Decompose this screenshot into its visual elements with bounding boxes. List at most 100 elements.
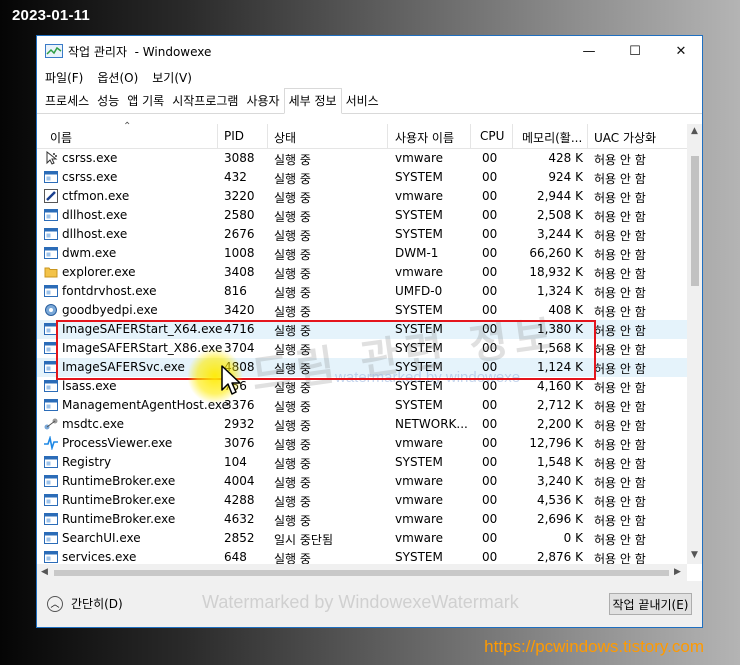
- table-row[interactable]: SearchUI.exe 2852 일시 중단됨 vmware 00 0 K 허용 안 함: [37, 529, 687, 548]
- tab-details[interactable]: 세부 정보: [283, 88, 342, 114]
- process-uac: 허용 안 함: [594, 552, 646, 564]
- table-row[interactable]: RuntimeBroker.exe 4004 실행 중 vmware 00 3,240 K…: [37, 472, 687, 491]
- process-uac: 허용 안 함: [594, 324, 646, 338]
- process-pid: 3220: [224, 189, 255, 203]
- table-row[interactable]: dllhost.exe 2676 실행 중 SYSTEM 00 3,244 K 허용 안 함: [37, 225, 687, 244]
- process-name: services.exe: [62, 550, 137, 564]
- app-process-icon: [44, 398, 58, 412]
- table-row[interactable]: dllhost.exe 2580 실행 중 SYSTEM 00 2,508 K 허용 안 함: [37, 206, 687, 225]
- process-user: vmware: [395, 436, 444, 450]
- process-pid: 2932: [224, 417, 255, 431]
- process-name: goodbyedpi.exe: [62, 303, 158, 317]
- menu-view[interactable]: 보기(V): [152, 69, 192, 86]
- column-divider[interactable]: [512, 124, 513, 148]
- process-name: csrss.exe: [62, 151, 118, 165]
- process-cpu: 00: [482, 284, 498, 298]
- minimize-icon: —: [582, 43, 596, 59]
- process-user: SYSTEM: [395, 208, 443, 222]
- window-title: 작업 관리자 - Windowexe: [68, 45, 212, 59]
- app-process-icon: [44, 550, 58, 564]
- column-divider[interactable]: [470, 124, 471, 148]
- horizontal-scrollbar[interactable]: ◀ ▶: [37, 564, 687, 581]
- process-uac: 허용 안 함: [594, 305, 646, 319]
- process-memory: 1,548 K: [536, 455, 583, 469]
- scroll-right-icon[interactable]: ▶: [674, 567, 681, 577]
- table-row[interactable]: RuntimeBroker.exe 4288 실행 중 vmware 00 4,536 K…: [37, 491, 687, 510]
- process-status: 실행 중: [274, 419, 311, 433]
- vertical-scrollbar[interactable]: ▲ ▼: [687, 124, 702, 564]
- table-row[interactable]: ctfmon.exe 3220 실행 중 vmware 00 2,944 K 허용 안 함: [37, 187, 687, 206]
- scroll-up-icon[interactable]: ▲: [691, 126, 698, 136]
- tab-app-history[interactable]: 앱 기록: [123, 92, 168, 113]
- process-user: SYSTEM: [395, 303, 443, 317]
- app-process-icon: [44, 284, 58, 298]
- process-cpu: 00: [482, 512, 498, 526]
- vertical-scroll-thumb[interactable]: [691, 156, 699, 286]
- column-divider[interactable]: [267, 124, 268, 148]
- tab-performance[interactable]: 성능: [93, 92, 123, 113]
- table-row[interactable]: RuntimeBroker.exe 4632 실행 중 vmware 00 2,696 K…: [37, 510, 687, 529]
- column-divider[interactable]: [587, 124, 588, 148]
- column-uac-virtualization[interactable]: UAC 가상화: [594, 129, 656, 146]
- process-memory: 0 K: [563, 531, 583, 545]
- process-name: ProcessViewer.exe: [62, 436, 173, 450]
- end-task-button[interactable]: 작업 끝내기(E): [609, 593, 692, 615]
- process-pid: 2676: [224, 227, 255, 241]
- maximize-button[interactable]: ☐: [612, 36, 658, 66]
- process-uac: 허용 안 함: [594, 438, 646, 452]
- table-row[interactable]: Registry 104 실행 중 SYSTEM 00 1,548 K 허용 안 함: [37, 453, 687, 472]
- process-memory: 3,240 K: [536, 474, 583, 488]
- minimize-button[interactable]: —: [566, 36, 612, 66]
- table-row[interactable]: ProcessViewer.exe 3076 실행 중 vmware 00 12,796 …: [37, 434, 687, 453]
- process-cpu: 00: [482, 151, 498, 165]
- table-row[interactable]: fontdrvhost.exe 816 실행 중 UMFD-0 00 1,324 K 허용 …: [37, 282, 687, 301]
- column-pid[interactable]: PID: [224, 129, 244, 143]
- close-button[interactable]: ✕: [658, 36, 702, 66]
- process-name: dwm.exe: [62, 246, 117, 260]
- process-user: DWM-1: [395, 246, 439, 260]
- column-divider[interactable]: [217, 124, 218, 148]
- table-row[interactable]: dwm.exe 1008 실행 중 DWM-1 00 66,260 K 허용 안 함: [37, 244, 687, 263]
- scroll-left-icon[interactable]: ◀: [41, 567, 48, 577]
- horizontal-scroll-thumb[interactable]: [54, 570, 669, 576]
- process-pid: 3408: [224, 265, 255, 279]
- scroll-down-icon[interactable]: ▼: [691, 550, 698, 560]
- table-row[interactable]: goodbyedpi.exe 3420 실행 중 SYSTEM 00 408 K 허용 안 …: [37, 301, 687, 320]
- process-user: SYSTEM: [395, 398, 443, 412]
- tab-services[interactable]: 서비스: [342, 92, 383, 113]
- table-row[interactable]: msdtc.exe 2932 실행 중 NETWORK... 00 2,200 K 허용 안…: [37, 415, 687, 434]
- table-row[interactable]: csrss.exe 432 실행 중 SYSTEM 00 924 K 허용 안 함: [37, 168, 687, 187]
- process-memory: 1,324 K: [536, 284, 583, 298]
- app-process-icon: [44, 227, 58, 241]
- tab-startup[interactable]: 시작프로그램: [168, 92, 242, 113]
- menu-options[interactable]: 옵션(O): [97, 69, 138, 86]
- column-cpu[interactable]: CPU: [480, 129, 504, 143]
- table-row[interactable]: explorer.exe 3408 실행 중 vmware 00 18,932 K 허용 안…: [37, 263, 687, 282]
- task-manager-window: 작업 관리자 - Windowexe — ☐ ✕ 파일(F) 옵션(O) 보기(…: [36, 35, 703, 628]
- menu-file[interactable]: 파일(F): [45, 69, 83, 86]
- folder-process-icon: [44, 265, 58, 279]
- process-user: vmware: [395, 189, 444, 203]
- column-memory[interactable]: 메모리(활...: [522, 129, 582, 146]
- tab-processes[interactable]: 프로세스: [41, 92, 93, 113]
- process-uac: 허용 안 함: [594, 533, 646, 547]
- tab-users[interactable]: 사용자: [242, 92, 283, 113]
- watermark-text: Watermarked by WindowexeWatermark: [202, 592, 519, 612]
- tab-strip: 프로세스 성능 앱 기록 시작프로그램 사용자 세부 정보 서비스: [37, 88, 702, 114]
- process-uac: 허용 안 함: [594, 514, 646, 528]
- process-user: SYSTEM: [395, 550, 443, 564]
- column-user-name[interactable]: 사용자 이름: [395, 129, 454, 146]
- table-row[interactable]: ManagementAgentHost.exe 3376 실행 중 SYSTEM 00 2…: [37, 396, 687, 415]
- table-row[interactable]: services.exe 648 실행 중 SYSTEM 00 2,876 K 허용 안 함: [37, 548, 687, 564]
- mouse-pointer-icon: [221, 365, 241, 395]
- column-status[interactable]: 상태: [274, 129, 296, 146]
- column-divider[interactable]: [387, 124, 388, 148]
- app-process-icon: [44, 493, 58, 507]
- process-status: 실행 중: [274, 552, 311, 564]
- process-user: vmware: [395, 512, 444, 526]
- fewer-details-label: 간단히(D): [71, 597, 123, 611]
- column-name[interactable]: 이름: [50, 129, 72, 146]
- table-row[interactable]: csrss.exe 3088 실행 중 vmware 00 428 K 허용 안 함: [37, 149, 687, 168]
- fewer-details-link[interactable]: ︿ 간단히(D): [47, 595, 123, 612]
- task-manager-icon: [45, 44, 63, 58]
